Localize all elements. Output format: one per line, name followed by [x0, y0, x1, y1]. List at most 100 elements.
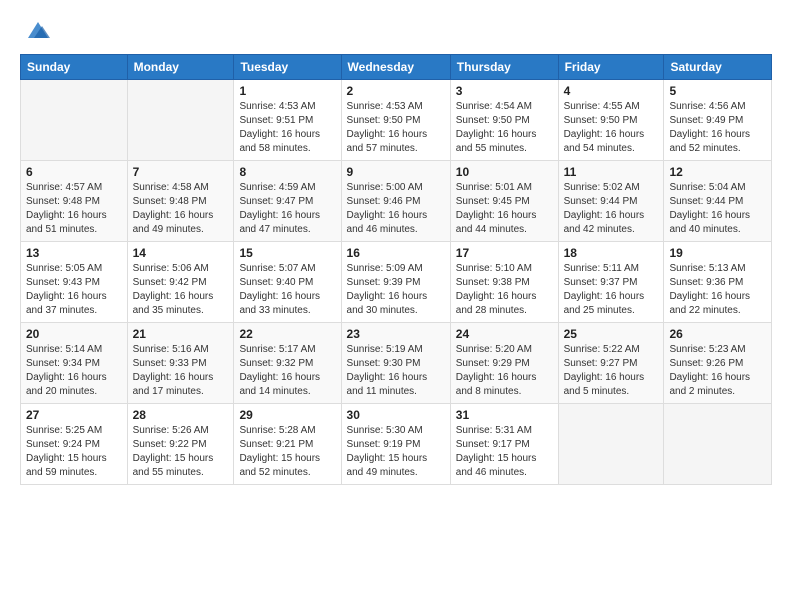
day-number: 18: [564, 246, 659, 260]
day-number: 10: [456, 165, 553, 179]
day-number: 2: [347, 84, 445, 98]
day-number: 3: [456, 84, 553, 98]
calendar-cell: [127, 80, 234, 161]
day-info: Sunrise: 5:19 AM Sunset: 9:30 PM Dayligh…: [347, 343, 445, 399]
day-number: 19: [669, 246, 766, 260]
day-info: Sunrise: 4:58 AM Sunset: 9:48 PM Dayligh…: [133, 181, 229, 237]
day-info: Sunrise: 5:22 AM Sunset: 9:27 PM Dayligh…: [564, 343, 659, 399]
day-number: 1: [239, 84, 335, 98]
day-number: 4: [564, 84, 659, 98]
day-info: Sunrise: 4:56 AM Sunset: 9:49 PM Dayligh…: [669, 100, 766, 156]
day-info: Sunrise: 5:28 AM Sunset: 9:21 PM Dayligh…: [239, 424, 335, 480]
calendar-week-row: 27Sunrise: 5:25 AM Sunset: 9:24 PM Dayli…: [21, 404, 772, 485]
day-info: Sunrise: 4:54 AM Sunset: 9:50 PM Dayligh…: [456, 100, 553, 156]
day-info: Sunrise: 5:16 AM Sunset: 9:33 PM Dayligh…: [133, 343, 229, 399]
day-info: Sunrise: 5:10 AM Sunset: 9:38 PM Dayligh…: [456, 262, 553, 318]
day-number: 29: [239, 408, 335, 422]
day-number: 31: [456, 408, 553, 422]
day-info: Sunrise: 5:02 AM Sunset: 9:44 PM Dayligh…: [564, 181, 659, 237]
calendar-cell: [664, 404, 772, 485]
calendar-cell: 8 Sunrise: 4:59 AM Sunset: 9:47 PM Daylig…: [234, 161, 341, 242]
calendar-cell: 26Sunrise: 5:23 AM Sunset: 9:26 PM Dayli…: [664, 323, 772, 404]
day-info: Sunrise: 5:00 AM Sunset: 9:46 PM Dayligh…: [347, 181, 445, 237]
calendar-cell: 16 Sunrise: 5:09 AM Sunset: 9:39 PM Dayli…: [341, 242, 450, 323]
day-info: Sunrise: 5:23 AM Sunset: 9:26 PM Dayligh…: [669, 343, 766, 399]
calendar-cell: 5 Sunrise: 4:56 AM Sunset: 9:49 PM Daylig…: [664, 80, 772, 161]
day-info: Sunrise: 5:31 AM Sunset: 9:17 PM Dayligh…: [456, 424, 553, 480]
calendar-cell: 30Sunrise: 5:30 AM Sunset: 9:19 PM Dayli…: [341, 404, 450, 485]
calendar-header-row: SundayMondayTuesdayWednesdayThursdayFrid…: [21, 55, 772, 80]
calendar-week-row: 20 Sunrise: 5:14 AM Sunset: 9:34 PM Dayli…: [21, 323, 772, 404]
day-number: 8: [239, 165, 335, 179]
calendar-cell: 17 Sunrise: 5:10 AM Sunset: 9:38 PM Dayli…: [450, 242, 558, 323]
calendar-cell: 27Sunrise: 5:25 AM Sunset: 9:24 PM Dayli…: [21, 404, 128, 485]
day-number: 27: [26, 408, 122, 422]
day-number: 17: [456, 246, 553, 260]
day-of-week-header: Monday: [127, 55, 234, 80]
calendar-week-row: 1 Sunrise: 4:53 AM Sunset: 9:51 PM Daylig…: [21, 80, 772, 161]
day-of-week-header: Friday: [558, 55, 664, 80]
day-number: 15: [239, 246, 335, 260]
day-number: 13: [26, 246, 122, 260]
calendar-cell: 10 Sunrise: 5:01 AM Sunset: 9:45 PM Dayli…: [450, 161, 558, 242]
day-number: 12: [669, 165, 766, 179]
day-info: Sunrise: 4:53 AM Sunset: 9:51 PM Dayligh…: [239, 100, 335, 156]
calendar-cell: 23 Sunrise: 5:19 AM Sunset: 9:30 PM Dayli…: [341, 323, 450, 404]
calendar-cell: 31 Sunrise: 5:31 AM Sunset: 9:17 PM Dayli…: [450, 404, 558, 485]
day-info: Sunrise: 5:09 AM Sunset: 9:39 PM Dayligh…: [347, 262, 445, 318]
day-number: 11: [564, 165, 659, 179]
calendar-cell: 9 Sunrise: 5:00 AM Sunset: 9:46 PM Daylig…: [341, 161, 450, 242]
calendar-cell: 14 Sunrise: 5:06 AM Sunset: 9:42 PM Dayli…: [127, 242, 234, 323]
calendar-cell: 1 Sunrise: 4:53 AM Sunset: 9:51 PM Daylig…: [234, 80, 341, 161]
calendar-cell: 11 Sunrise: 5:02 AM Sunset: 9:44 PM Dayli…: [558, 161, 664, 242]
calendar-cell: 6Sunrise: 4:57 AM Sunset: 9:48 PM Daylig…: [21, 161, 128, 242]
calendar-cell: 12Sunrise: 5:04 AM Sunset: 9:44 PM Dayli…: [664, 161, 772, 242]
calendar-week-row: 6Sunrise: 4:57 AM Sunset: 9:48 PM Daylig…: [21, 161, 772, 242]
day-number: 14: [133, 246, 229, 260]
day-number: 20: [26, 327, 122, 341]
day-of-week-header: Thursday: [450, 55, 558, 80]
day-info: Sunrise: 5:06 AM Sunset: 9:42 PM Dayligh…: [133, 262, 229, 318]
calendar-cell: 2Sunrise: 4:53 AM Sunset: 9:50 PM Daylig…: [341, 80, 450, 161]
calendar-week-row: 13Sunrise: 5:05 AM Sunset: 9:43 PM Dayli…: [21, 242, 772, 323]
calendar-cell: 24Sunrise: 5:20 AM Sunset: 9:29 PM Dayli…: [450, 323, 558, 404]
day-info: Sunrise: 5:01 AM Sunset: 9:45 PM Dayligh…: [456, 181, 553, 237]
day-number: 9: [347, 165, 445, 179]
header: [20, 16, 772, 44]
day-info: Sunrise: 5:14 AM Sunset: 9:34 PM Dayligh…: [26, 343, 122, 399]
logo-icon: [24, 16, 52, 44]
calendar-cell: 15 Sunrise: 5:07 AM Sunset: 9:40 PM Dayli…: [234, 242, 341, 323]
day-of-week-header: Wednesday: [341, 55, 450, 80]
day-info: Sunrise: 5:13 AM Sunset: 9:36 PM Dayligh…: [669, 262, 766, 318]
day-number: 23: [347, 327, 445, 341]
logo: [20, 16, 52, 44]
calendar-cell: 22Sunrise: 5:17 AM Sunset: 9:32 PM Dayli…: [234, 323, 341, 404]
calendar-cell: 7 Sunrise: 4:58 AM Sunset: 9:48 PM Daylig…: [127, 161, 234, 242]
day-info: Sunrise: 4:59 AM Sunset: 9:47 PM Dayligh…: [239, 181, 335, 237]
day-info: Sunrise: 5:20 AM Sunset: 9:29 PM Dayligh…: [456, 343, 553, 399]
day-number: 7: [133, 165, 229, 179]
calendar-cell: [558, 404, 664, 485]
day-number: 25: [564, 327, 659, 341]
calendar-cell: 13Sunrise: 5:05 AM Sunset: 9:43 PM Dayli…: [21, 242, 128, 323]
day-of-week-header: Sunday: [21, 55, 128, 80]
calendar-cell: 20 Sunrise: 5:14 AM Sunset: 9:34 PM Dayli…: [21, 323, 128, 404]
day-of-week-header: Tuesday: [234, 55, 341, 80]
day-number: 30: [347, 408, 445, 422]
day-number: 28: [133, 408, 229, 422]
day-info: Sunrise: 5:07 AM Sunset: 9:40 PM Dayligh…: [239, 262, 335, 318]
calendar-cell: 28 Sunrise: 5:26 AM Sunset: 9:22 PM Dayli…: [127, 404, 234, 485]
calendar-cell: 3 Sunrise: 4:54 AM Sunset: 9:50 PM Daylig…: [450, 80, 558, 161]
day-number: 16: [347, 246, 445, 260]
day-of-week-header: Saturday: [664, 55, 772, 80]
calendar-cell: 25 Sunrise: 5:22 AM Sunset: 9:27 PM Dayli…: [558, 323, 664, 404]
day-number: 21: [133, 327, 229, 341]
day-info: Sunrise: 5:26 AM Sunset: 9:22 PM Dayligh…: [133, 424, 229, 480]
day-info: Sunrise: 4:57 AM Sunset: 9:48 PM Dayligh…: [26, 181, 122, 237]
calendar-cell: 29 Sunrise: 5:28 AM Sunset: 9:21 PM Dayli…: [234, 404, 341, 485]
day-number: 5: [669, 84, 766, 98]
day-info: Sunrise: 5:17 AM Sunset: 9:32 PM Dayligh…: [239, 343, 335, 399]
calendar-table: SundayMondayTuesdayWednesdayThursdayFrid…: [20, 54, 772, 485]
day-info: Sunrise: 4:55 AM Sunset: 9:50 PM Dayligh…: [564, 100, 659, 156]
calendar-cell: 4 Sunrise: 4:55 AM Sunset: 9:50 PM Daylig…: [558, 80, 664, 161]
